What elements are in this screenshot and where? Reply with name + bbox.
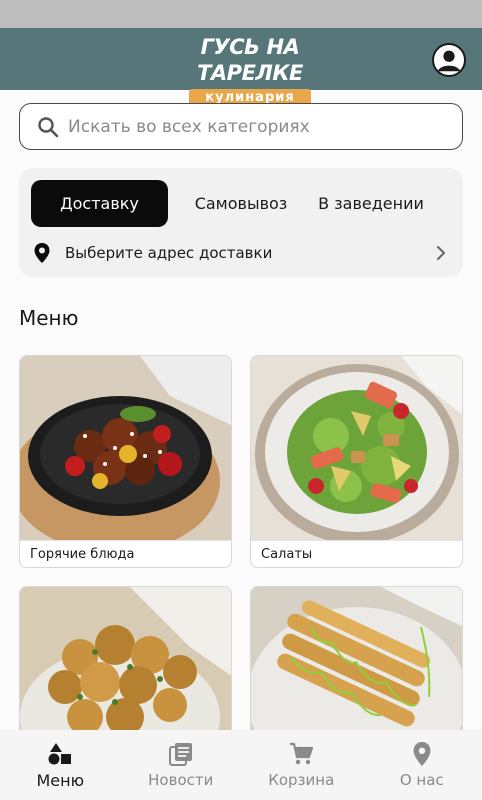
category-card-hot-dishes[interactable]: Горячие блюда <box>19 355 232 568</box>
status-bar <box>0 0 482 28</box>
nav-label: Меню <box>36 771 85 790</box>
nav-label: Корзина <box>268 771 335 789</box>
nav-menu[interactable]: Меню <box>0 730 121 800</box>
tab-dine-in[interactable]: В заведении <box>306 180 436 227</box>
chevron-right-icon <box>435 244 447 262</box>
search-bar[interactable] <box>19 103 463 150</box>
delivery-options-card: Доставку Самовывоз В заведении Выберите … <box>19 168 463 277</box>
salads-photo <box>251 356 462 540</box>
address-selector[interactable]: Выберите адрес доставки <box>19 238 463 268</box>
shapes-icon <box>46 740 74 768</box>
category-card-salads[interactable]: Салаты <box>250 355 463 568</box>
nav-label: О нас <box>399 771 444 789</box>
tab-pickup[interactable]: Самовывоз <box>178 180 304 227</box>
fried-shrimp-photo <box>251 587 462 745</box>
address-label: Выберите адрес доставки <box>65 244 273 262</box>
menu-title: Меню <box>19 306 79 330</box>
logo: ГУСЬ НА ТАРЕЛКЕ кулинария <box>165 34 335 108</box>
cart-icon <box>287 740 315 768</box>
potatoes-photo <box>20 587 231 745</box>
category-card-fried-shrimp[interactable] <box>250 586 463 746</box>
search-input[interactable] <box>68 116 438 137</box>
location-pin-icon <box>33 242 51 264</box>
tab-delivery[interactable]: Доставку <box>31 180 168 227</box>
app-header: ГУСЬ НА ТАРЕЛКЕ кулинария <box>0 28 482 108</box>
category-card-potatoes[interactable] <box>19 586 232 746</box>
nav-news[interactable]: Новости <box>121 730 242 800</box>
delivery-tabs: Доставку Самовывоз В заведении <box>31 180 436 227</box>
search-icon <box>36 115 60 139</box>
nav-label: Новости <box>148 771 214 789</box>
nav-cart[interactable]: Корзина <box>241 730 362 800</box>
news-icon <box>167 740 195 768</box>
logo-title: ГУСЬ НА ТАРЕЛКЕ <box>197 35 303 85</box>
hot-dishes-photo <box>20 356 231 540</box>
location-pin-icon <box>408 740 436 768</box>
bottom-navigation: Меню Новости Корзина О нас <box>0 730 482 800</box>
category-label: Горячие блюда <box>20 540 231 567</box>
nav-about[interactable]: О нас <box>362 730 482 800</box>
category-label: Салаты <box>251 540 462 567</box>
account-circle-icon[interactable] <box>432 43 466 77</box>
